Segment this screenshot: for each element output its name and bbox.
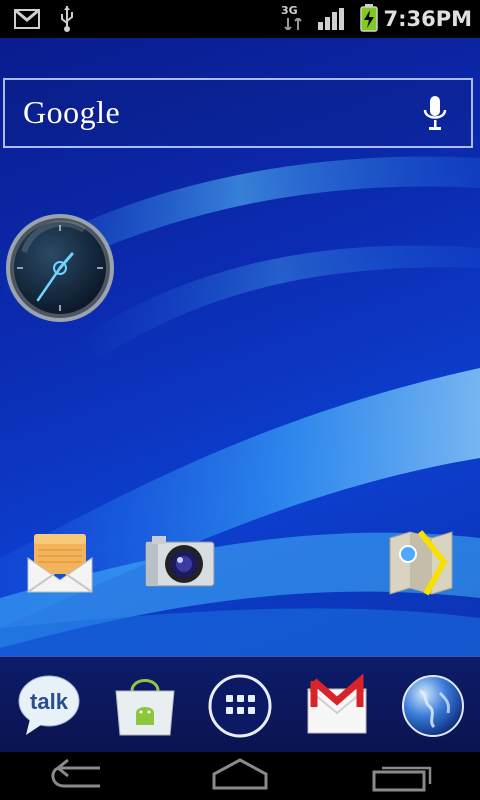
recent-apps-icon (372, 766, 432, 792)
battery-charging-icon (360, 4, 378, 37)
usb-icon[interactable] (58, 6, 76, 37)
status-bar: 3G 7:36PM (0, 0, 480, 38)
camera-icon (144, 536, 216, 606)
gmail-icon (307, 673, 367, 734)
signal-icon (318, 8, 344, 35)
home-button[interactable] (200, 758, 280, 794)
maps-icon (386, 530, 458, 604)
home-icon (212, 758, 268, 790)
talk-icon: talk (18, 675, 80, 735)
market-icon (115, 679, 175, 736)
mic-icon[interactable] (423, 96, 447, 137)
status-clock: 7:36PM (383, 7, 472, 31)
market-app[interactable] (112, 673, 178, 739)
email-icon (24, 534, 96, 604)
google-search-widget[interactable]: Google (3, 78, 473, 148)
talk-label: talk (30, 689, 69, 714)
maps-app[interactable] (386, 528, 458, 600)
back-button[interactable] (40, 758, 120, 794)
talk-app[interactable]: talk (16, 673, 82, 739)
browser-app[interactable] (400, 673, 466, 739)
google-logo[interactable]: Google (23, 94, 120, 131)
gmail-app[interactable] (304, 673, 370, 739)
navigation-bar (0, 752, 480, 800)
dock: talk (0, 656, 480, 753)
browser-globe-icon (402, 675, 464, 737)
analog-clock-widget[interactable] (4, 212, 116, 324)
app-drawer-icon (208, 674, 272, 738)
camera-app[interactable] (144, 530, 216, 602)
email-app[interactable] (24, 528, 96, 600)
app-drawer-button[interactable] (207, 673, 273, 739)
back-icon (51, 758, 100, 788)
gmail-notification-icon[interactable] (14, 8, 40, 34)
recent-apps-button[interactable] (364, 758, 444, 794)
